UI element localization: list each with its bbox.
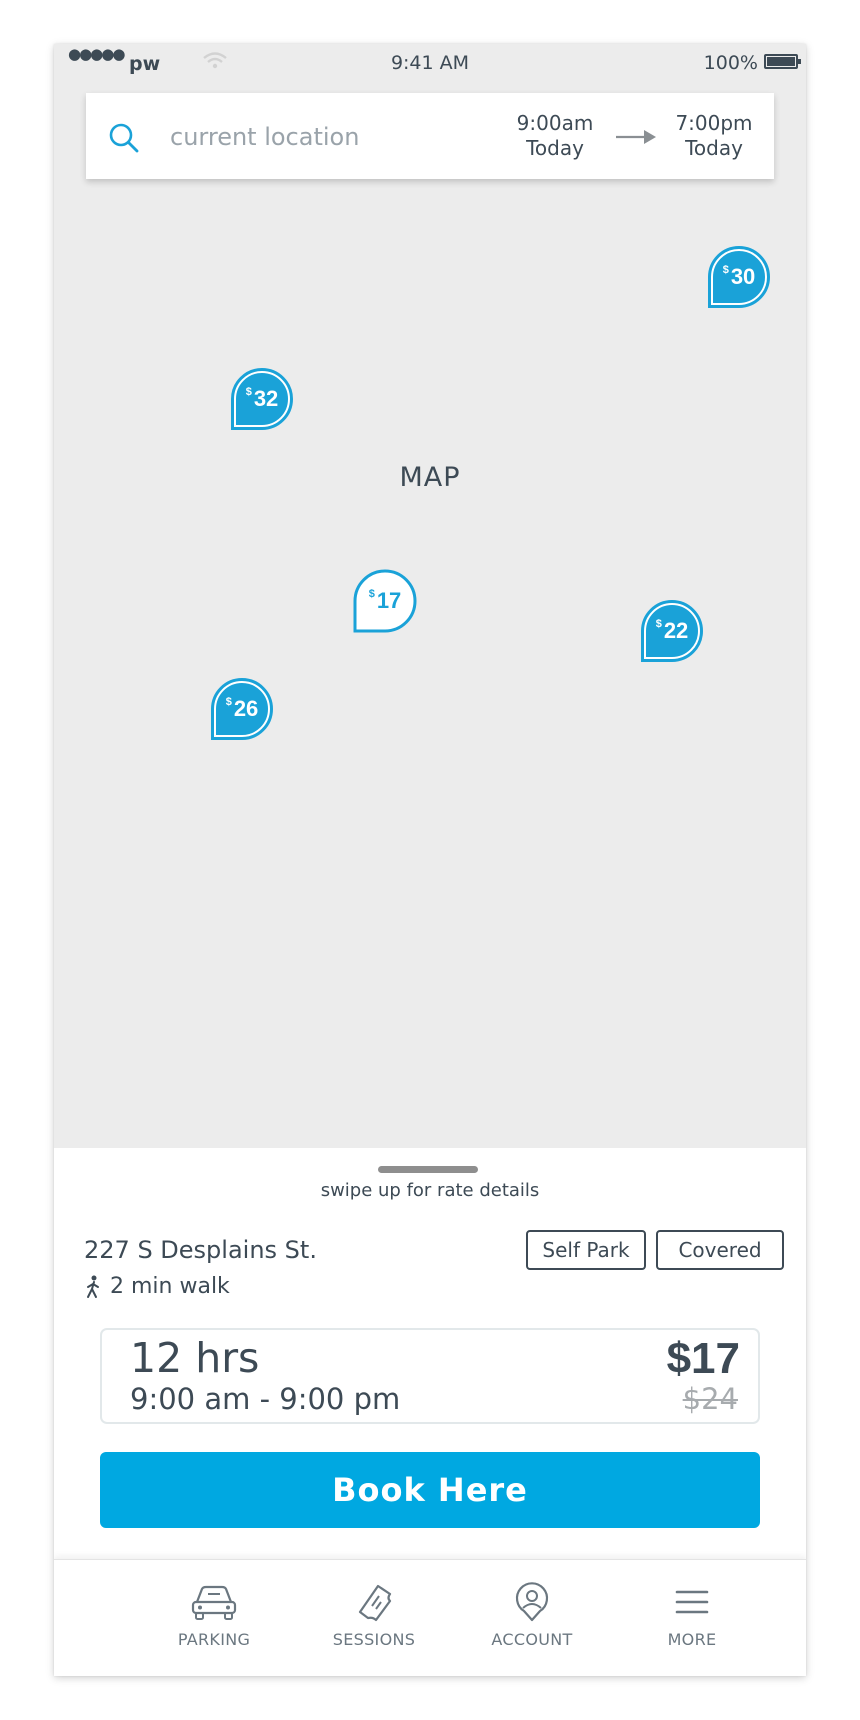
menu-icon — [675, 1590, 709, 1614]
tab-more[interactable]: MORE — [622, 1582, 762, 1662]
pin-currency: $ — [245, 386, 252, 398]
user-pin-icon — [515, 1582, 549, 1622]
pin-price: 30 — [730, 264, 756, 289]
start-day: Today — [526, 136, 584, 160]
ticket-icon — [358, 1584, 392, 1622]
map-placeholder: MAP — [399, 462, 461, 493]
tag-self-park: Self Park — [526, 1230, 646, 1270]
tab-label: PARKING — [177, 1630, 251, 1649]
walking-person-icon — [87, 1275, 99, 1298]
pin-price: 22 — [663, 618, 689, 643]
pin-price: 26 — [233, 696, 259, 721]
lot-address: 227 S Desplains St. — [84, 1236, 317, 1264]
tab-account[interactable]: ACCOUNT — [462, 1582, 602, 1662]
status-time: 9:41 AM — [390, 52, 470, 74]
start-time-selector[interactable]: 9:00am Today — [506, 111, 604, 161]
price-pin[interactable]: $32 — [229, 366, 295, 432]
tab-parking[interactable]: PARKING — [144, 1582, 284, 1662]
start-time: 9:00am — [516, 111, 594, 135]
status-bar: ●●●●● pw 9:41 AM 100% — [54, 44, 806, 88]
tab-label: SESSIONS — [332, 1630, 416, 1649]
price-pin[interactable]: $30 — [706, 244, 772, 310]
tab-sessions[interactable]: SESSIONS — [304, 1582, 444, 1662]
end-time: 7:00pm — [675, 111, 753, 135]
pin-currency: $ — [368, 588, 375, 600]
pin-currency: $ — [655, 618, 662, 630]
location-search-input[interactable] — [168, 115, 472, 159]
rate-time-window: 9:00 am - 9:00 pm — [130, 1382, 401, 1416]
search-icon[interactable] — [108, 122, 140, 154]
pin-price: 17 — [376, 588, 402, 613]
end-day: Today — [685, 136, 743, 160]
tab-label: MORE — [667, 1630, 717, 1649]
price-pin-selected[interactable]: $17 — [352, 568, 418, 634]
battery-percent: 100% — [703, 52, 758, 74]
tag-covered: Covered — [656, 1230, 784, 1270]
rate-price: $17 — [666, 1334, 740, 1383]
rate-old-price: $24 — [682, 1382, 738, 1416]
end-time-selector[interactable]: 7:00pm Today — [664, 111, 764, 161]
pin-currency: $ — [225, 696, 232, 708]
book-here-button[interactable]: Book Here — [100, 1452, 760, 1528]
rate-duration: 12 hrs — [130, 1334, 260, 1382]
walk-distance: 2 min walk — [84, 1274, 230, 1299]
pin-price: 32 — [253, 386, 279, 411]
tab-label: ACCOUNT — [491, 1630, 573, 1649]
rate-card[interactable]: 12 hrs 9:00 am - 9:00 pm $17 $24 — [100, 1328, 760, 1424]
sheet-drag-handle[interactable] — [378, 1166, 478, 1173]
pin-currency: $ — [722, 264, 729, 276]
arrow-right-icon — [616, 130, 656, 144]
price-pin[interactable]: $26 — [209, 676, 275, 742]
phone-screen: ●●●●● pw 9:41 AM 100% 9:00am Today 7:00p… — [54, 44, 806, 1676]
car-icon — [191, 1585, 237, 1620]
battery-icon — [764, 54, 801, 69]
swipe-hint: swipe up for rate details — [320, 1180, 540, 1201]
search-bar: 9:00am Today 7:00pm Today — [86, 93, 774, 179]
bottom-tab-bar: PARKING SESSIONS ACCOUNT MORE — [54, 1559, 806, 1676]
price-pin[interactable]: $22 — [639, 598, 705, 664]
walk-text: 2 min walk — [110, 1274, 230, 1299]
